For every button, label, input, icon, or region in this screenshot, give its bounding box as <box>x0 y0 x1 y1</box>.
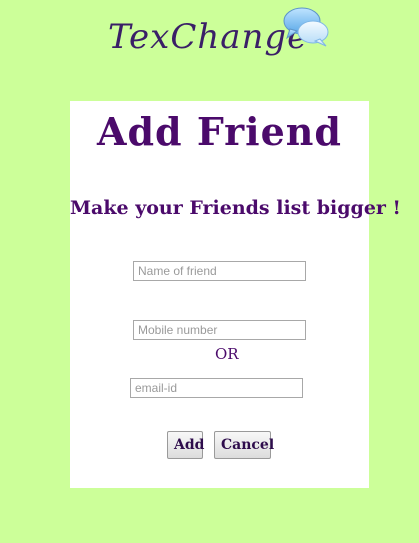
friend-name-input[interactable] <box>133 261 306 281</box>
chat-bubbles-icon <box>280 2 332 54</box>
page-subtitle: Make your Friends list bigger ! <box>70 197 401 219</box>
brand-name: TexChange <box>108 17 309 57</box>
cancel-button[interactable]: Cancel <box>214 431 274 459</box>
mobile-number-input[interactable] <box>133 320 306 340</box>
email-input[interactable] <box>130 378 303 398</box>
brand-header: TexChange <box>108 7 338 65</box>
add-button[interactable]: Add <box>167 431 204 459</box>
or-separator: OR <box>215 345 239 363</box>
page-title: Add Friend <box>97 109 342 154</box>
add-friend-panel: Add Friend Make your Friends list bigger… <box>70 101 401 488</box>
